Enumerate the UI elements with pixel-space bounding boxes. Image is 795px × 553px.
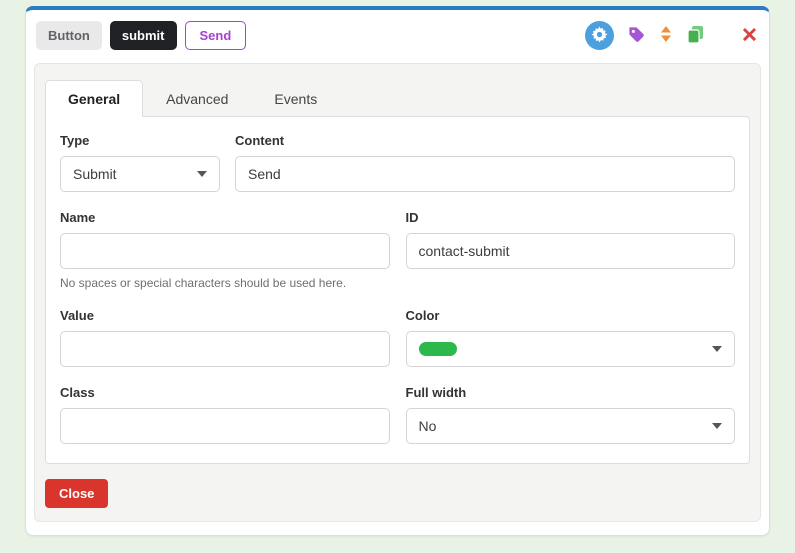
- value-label: Value: [60, 308, 94, 323]
- class-input[interactable]: [60, 408, 390, 444]
- content-field: Content: [235, 133, 735, 192]
- toolbar-icons: [585, 21, 757, 50]
- close-button[interactable]: Close: [45, 479, 109, 508]
- gear-icon: [591, 26, 608, 46]
- color-select[interactable]: [405, 331, 735, 367]
- close-x-icon: [742, 27, 757, 45]
- duplicate-button[interactable]: [686, 25, 705, 47]
- type-field: Type Submit: [60, 133, 220, 192]
- settings-panel: General Advanced Events Type Submit Cont…: [34, 63, 761, 522]
- color-label: Color: [405, 308, 440, 323]
- form-row-class-fullwidth: Class Full width No: [60, 385, 735, 444]
- chevron-down-icon: [197, 171, 207, 177]
- tab-advanced[interactable]: Advanced: [143, 80, 251, 117]
- full-width-select-value: No: [418, 418, 437, 434]
- toolbar: Button submit Send: [26, 10, 769, 59]
- name-helper-text: No spaces or special characters should b…: [60, 276, 347, 290]
- class-field: Class: [60, 385, 390, 444]
- class-label: Class: [60, 385, 95, 400]
- full-width-label: Full width: [405, 385, 467, 400]
- color-field: Color: [405, 308, 735, 367]
- value-input[interactable]: [60, 331, 390, 367]
- duplicate-icon: [686, 25, 705, 47]
- element-name-badge: submit: [109, 21, 177, 50]
- type-select[interactable]: Submit: [60, 156, 220, 192]
- id-input[interactable]: [405, 233, 735, 269]
- button-preview[interactable]: Send: [184, 21, 247, 50]
- type-label: Type: [60, 133, 90, 148]
- tab-general[interactable]: General: [45, 80, 144, 117]
- move-button[interactable]: [659, 25, 673, 46]
- chevron-down-icon: [712, 423, 722, 429]
- settings-button[interactable]: [585, 21, 614, 50]
- tab-bar: General Advanced Events: [45, 80, 750, 117]
- value-field: Value: [60, 308, 390, 367]
- element-editor-card: Button submit Send General Advanced Even…: [25, 6, 770, 536]
- name-label: Name: [60, 210, 96, 225]
- tag-icon: [627, 25, 646, 47]
- form-row-value-color: Value Color: [60, 308, 735, 367]
- form-row-type-content: Type Submit Content: [60, 133, 735, 192]
- name-input[interactable]: [60, 233, 390, 269]
- content-label: Content: [235, 133, 285, 148]
- content-input[interactable]: [235, 156, 735, 192]
- sort-arrows-icon: [659, 25, 673, 46]
- tag-button[interactable]: [627, 25, 646, 47]
- id-label: ID: [405, 210, 419, 225]
- tab-content-general: Type Submit Content Name No spaces or sp…: [45, 116, 750, 464]
- full-width-field: Full width No: [405, 385, 735, 444]
- chevron-down-icon: [712, 346, 722, 352]
- element-type-badge: Button: [36, 21, 102, 50]
- form-row-name-id: Name No spaces or special characters sho…: [60, 210, 735, 290]
- name-field: Name No spaces or special characters sho…: [60, 210, 390, 290]
- type-select-value: Submit: [73, 166, 117, 182]
- full-width-select[interactable]: No: [405, 408, 735, 444]
- remove-button[interactable]: [742, 27, 757, 45]
- tab-events[interactable]: Events: [251, 80, 340, 117]
- color-swatch: [418, 342, 457, 356]
- id-field: ID: [405, 210, 735, 269]
